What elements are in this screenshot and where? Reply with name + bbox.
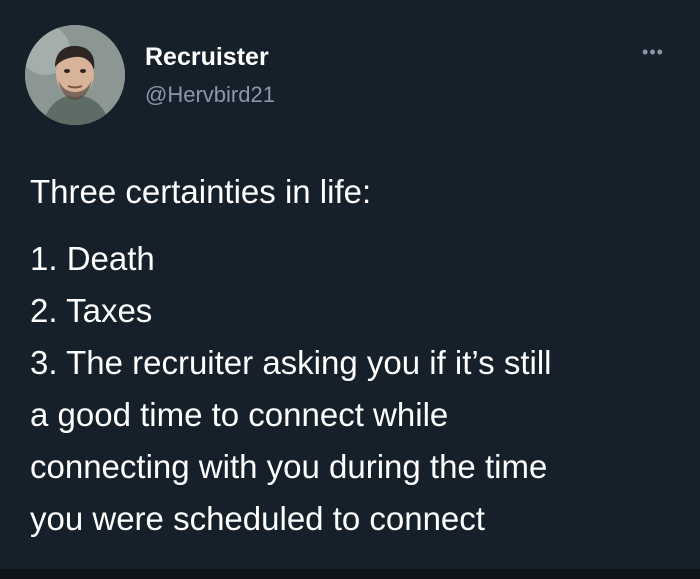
more-options-button[interactable]: ••• [640,42,666,62]
tweet-text: Three certainties in life: 1. Death 2. T… [30,166,680,545]
tweet-list-item-death: 1. Death [30,240,155,277]
tweet-text-line: you were scheduled to connect [30,500,485,537]
tweet-text-line: a good time to connect while [30,396,449,433]
profile-photo [25,25,125,125]
more-horizontal-icon: ••• [642,42,664,62]
tweet-card: Recruister @Hervbird21 ••• Three certain… [0,0,700,579]
tweet-intro-text: Three certainties in life: [30,173,372,210]
tweet-list-item-recruiter: 3. The recruiter asking you if it’s stil… [30,344,552,381]
bottom-border [0,569,700,579]
tweet-list-item-taxes: 2. Taxes [30,292,153,329]
tweet-text-line: connecting with you during the time [30,448,548,485]
avatar[interactable] [25,25,125,125]
display-name[interactable]: Recruister [145,43,269,72]
user-handle[interactable]: @Hervbird21 [145,82,275,108]
